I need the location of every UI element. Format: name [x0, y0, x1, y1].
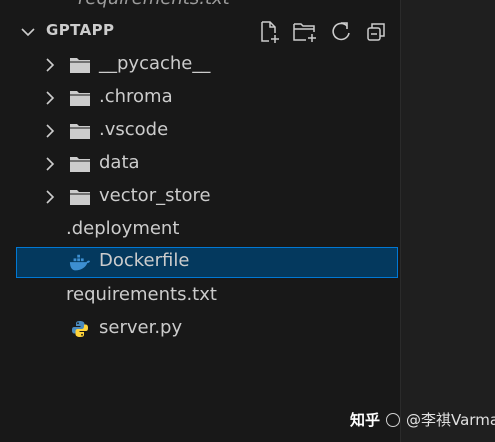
folder-icon [70, 190, 90, 205]
tree-item-cut-off[interactable]: requirements.txt [78, 0, 230, 9]
collapse-all-icon [367, 23, 385, 41]
section-title: GPTAPP [46, 21, 115, 39]
tree-item-label: Dockerfile [99, 250, 190, 271]
tree-item-label: requirements.txt [66, 284, 217, 305]
tree-item-label: .deployment [66, 218, 180, 239]
refresh-icon [332, 22, 350, 41]
new-file-icon [261, 21, 279, 43]
chevron-right-icon [46, 190, 55, 204]
chevron-right-icon [46, 58, 55, 72]
folder-icon [70, 157, 90, 172]
new-file-button[interactable] [256, 19, 282, 45]
collapse-all-button[interactable] [363, 19, 389, 45]
new-folder-button[interactable] [292, 19, 318, 45]
folder-icon [70, 91, 90, 106]
refresh-button[interactable] [328, 19, 354, 45]
tree-item-file[interactable]: server.py [16, 314, 398, 345]
chevron-right-icon [46, 157, 55, 171]
tree-item-folder[interactable]: .chroma [16, 83, 398, 114]
explorer-section-header[interactable]: GPTAPP [0, 18, 400, 46]
chevron-down-icon [21, 28, 35, 37]
tree-item-folder[interactable]: .vscode [16, 116, 398, 147]
tree-item-label: .chroma [99, 86, 173, 107]
python-icon [72, 321, 88, 337]
chevron-right-icon [46, 91, 55, 105]
watermark-author: @李祺Varman [406, 411, 495, 429]
explorer-sidebar: requirements.txt GPTAPP [0, 0, 400, 442]
chevron-right-icon [46, 124, 55, 138]
new-folder-icon [293, 23, 316, 42]
tree-item-file-selected[interactable]: Dockerfile [16, 247, 398, 278]
tree-item-folder[interactable]: data [16, 149, 398, 180]
tree-item-label: vector_store [99, 185, 211, 206]
folder-icon [70, 58, 90, 73]
tree-item-file[interactable]: requirements.txt [16, 281, 398, 312]
tree-item-folder[interactable]: vector_store [16, 182, 398, 213]
watermark-platform: 知乎 [350, 411, 381, 429]
editor-area [400, 0, 495, 442]
folder-icon [70, 124, 90, 139]
watermark: 知乎 @李祺Varman [350, 409, 495, 430]
docker-icon [69, 254, 91, 271]
tree-item-label: server.py [99, 317, 183, 338]
tree-item-folder[interactable]: __pycache__ [16, 50, 398, 81]
tree-item-file[interactable]: .deployment [16, 215, 398, 246]
tree-item-label: data [99, 152, 140, 173]
avatar-icon [386, 412, 401, 427]
tree-item-label: __pycache__ [99, 53, 211, 74]
tree-item-label: .vscode [99, 119, 169, 140]
